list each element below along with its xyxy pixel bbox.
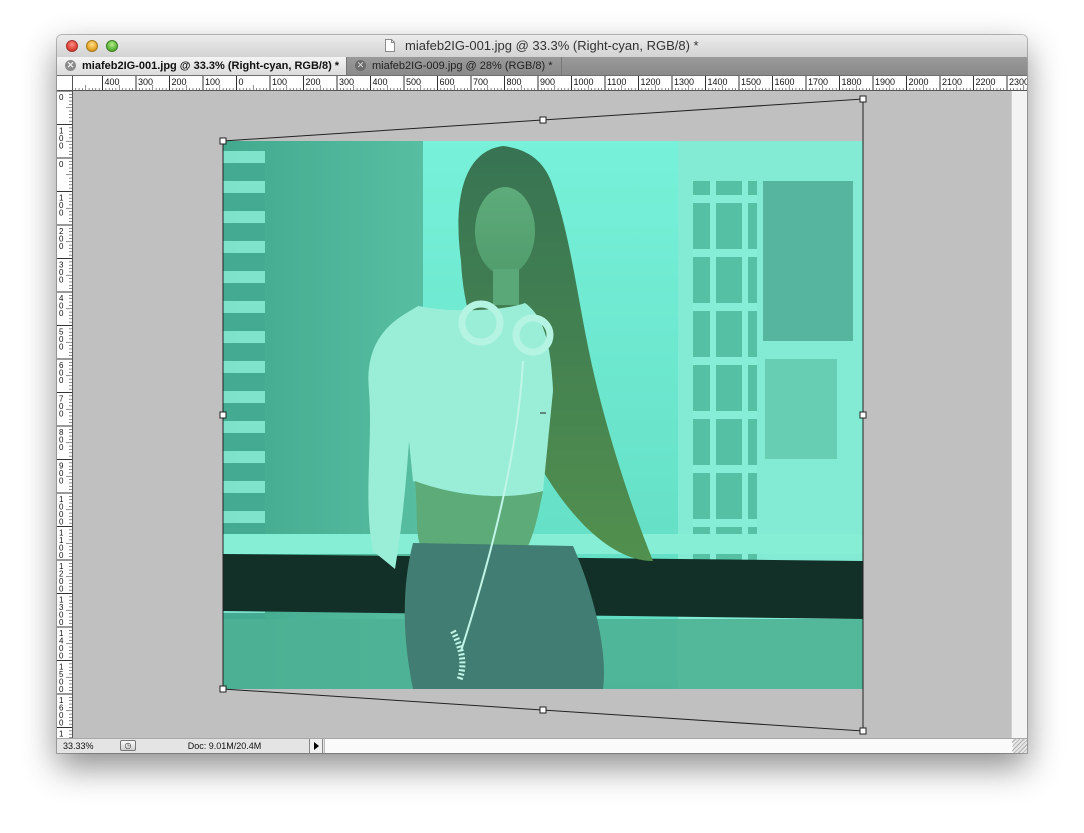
ruler-label: 300: [138, 77, 153, 87]
horizontal-ruler[interactable]: 400 300 200 100 0 100 200 300 400 500 600 700 800 900…: [73, 76, 1027, 91]
ruler-label: 900: [540, 77, 555, 87]
ruler-label: 1500: [741, 77, 761, 87]
ruler-label: 200: [306, 77, 321, 87]
status-info-arrow-icon[interactable]: [309, 739, 323, 753]
photo-layer: [223, 141, 863, 689]
transform-handle-top-left[interactable]: [219, 137, 227, 145]
ruler-label: 0: [239, 77, 244, 87]
document-proxy-icon[interactable]: [385, 39, 396, 52]
window-title-group: miafeb2IG-001.jpg @ 33.3% (Right-cyan, R…: [57, 38, 1027, 53]
ruler-label: 0: [59, 618, 64, 627]
ruler-label: 400: [373, 77, 388, 87]
ruler-label: 0: [59, 585, 64, 594]
status-bar: 33.33% ◷ Doc: 9.01M/20.4M: [57, 738, 1027, 753]
ruler-label: 0: [59, 443, 64, 452]
transform-handle-bottom-right[interactable]: [859, 727, 867, 735]
ruler-label: 300: [339, 77, 354, 87]
ruler-label: 400: [105, 77, 120, 87]
ruler-label: 200: [172, 77, 187, 87]
transform-handle-top-middle[interactable]: [539, 116, 547, 124]
ruler-label: 1200: [641, 77, 661, 87]
tab-label: miafeb2IG-001.jpg @ 33.3% (Right-cyan, R…: [82, 60, 340, 72]
photoshop-document-window: miafeb2IG-001.jpg @ 33.3% (Right-cyan, R…: [57, 35, 1027, 753]
transform-handle-top-right[interactable]: [859, 95, 867, 103]
ruler-label: 0: [59, 551, 64, 560]
window-title: miafeb2IG-001.jpg @ 33.3% (Right-cyan, R…: [405, 38, 699, 53]
ruler-label: 0: [59, 719, 64, 728]
vertical-ruler[interactable]: 0100010020030040050060070080090010001100…: [57, 91, 73, 738]
document-info: Doc: 9.01M/20.4M: [187, 741, 262, 751]
ruler-label: 100: [272, 77, 287, 87]
ruler-label: 500: [406, 77, 421, 87]
close-tab-icon[interactable]: ✕: [65, 60, 76, 71]
vertical-scrollbar[interactable]: [1011, 91, 1027, 738]
ruler-label: 0: [59, 242, 64, 251]
tab-label: miafeb2IG-009.jpg @ 28% (RGB/8) *: [372, 60, 553, 72]
canvas-artwork: [219, 95, 867, 735]
ruler-label: 0: [59, 652, 64, 661]
tab-miafeb2ig-009[interactable]: ✕ miafeb2IG-009.jpg @ 28% (RGB/8) *: [347, 57, 562, 75]
zoom-level-field[interactable]: 33.33%: [63, 739, 119, 753]
ruler-label: 1600: [775, 77, 795, 87]
ruler-label: 0: [59, 410, 64, 419]
ruler-label: 2100: [942, 77, 962, 87]
ruler-label: 0: [59, 309, 64, 318]
cyan-channel-overlay: [223, 141, 863, 689]
ruler-origin-corner[interactable]: [57, 76, 73, 91]
ruler-label: 0: [59, 376, 64, 385]
ruler-label: 1100: [607, 77, 626, 87]
title-bar[interactable]: miafeb2IG-001.jpg @ 33.3% (Right-cyan, R…: [57, 35, 1027, 58]
transform-handle-middle-right[interactable]: [859, 411, 867, 419]
ruler-label: 0: [59, 518, 64, 527]
transform-handle-bottom-middle[interactable]: [539, 706, 547, 714]
ruler-label: 2200: [976, 77, 996, 87]
transform-handle-bottom-left[interactable]: [219, 685, 227, 693]
transform-handle-middle-left[interactable]: [219, 411, 227, 419]
ruler-label: 0: [59, 343, 64, 352]
tab-miafeb2ig-001[interactable]: ✕ miafeb2IG-001.jpg @ 33.3% (Right-cyan,…: [57, 57, 347, 75]
ruler-label: 0: [59, 209, 64, 218]
ruler-label: 1300: [674, 77, 694, 87]
vertical-ruler-ticks: 0100010020030040050060070080090010001100…: [57, 91, 72, 738]
ruler-label: 600: [440, 77, 455, 87]
close-tab-icon[interactable]: ✕: [355, 60, 366, 71]
ruler-label: 0: [59, 477, 64, 486]
horizontal-ruler-ticks: 400 300 200 100 0 100 200 300 400 500 600 700 800 900…: [75, 76, 1027, 90]
ruler-label: 1800: [842, 77, 862, 87]
status-menu-icon[interactable]: ◷: [120, 740, 136, 751]
ruler-label: 1700: [808, 77, 828, 87]
resize-grip-icon[interactable]: [1012, 739, 1027, 753]
document-tab-bar: ✕ miafeb2IG-001.jpg @ 33.3% (Right-cyan,…: [57, 57, 1027, 76]
ruler-label: 1400: [708, 77, 728, 87]
ruler-label: 1000: [574, 77, 594, 87]
ruler-label: 1900: [875, 77, 895, 87]
ruler-label: 2300: [1009, 77, 1027, 87]
ruler-label: 100: [205, 77, 220, 87]
ruler-label: 700: [473, 77, 488, 87]
document-canvas[interactable]: [73, 91, 1011, 738]
ruler-label: 2000: [909, 77, 929, 87]
ruler-label: 0: [59, 160, 64, 169]
ruler-label: 800: [507, 77, 522, 87]
ruler-label: 0: [59, 142, 64, 151]
ruler-label: 0: [59, 685, 64, 694]
horizontal-scrollbar[interactable]: [324, 739, 1013, 753]
ruler-label: 0: [59, 276, 64, 285]
ruler-label: 0: [59, 93, 64, 102]
